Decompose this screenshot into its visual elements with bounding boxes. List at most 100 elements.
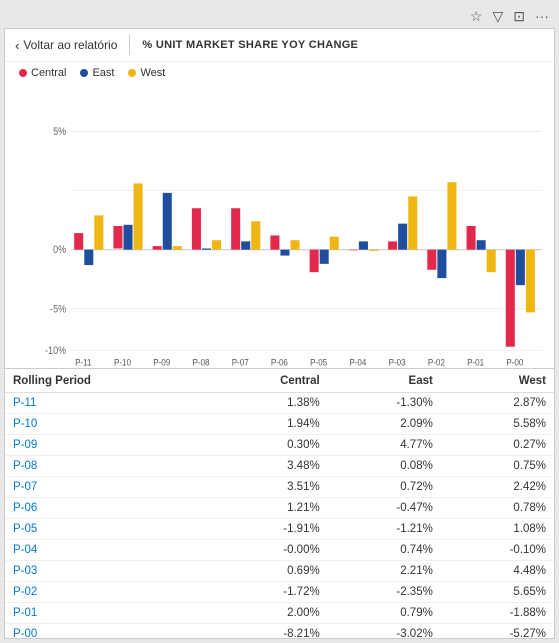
svg-text:P-07: P-07	[232, 357, 249, 368]
cell-period: P-07	[5, 477, 208, 498]
cell-central: 3.51%	[208, 477, 328, 498]
back-button[interactable]: ‹ Voltar ao relatório	[15, 38, 117, 53]
cell-west: 1.08%	[441, 519, 554, 540]
cell-west: 4.48%	[441, 561, 554, 582]
svg-text:P-08: P-08	[192, 357, 209, 368]
legend-west: West	[128, 67, 165, 79]
table-row: P-01 2.00% 0.79% -1.88%	[5, 603, 554, 624]
bar-chart: 5% 0% -5% -10% P-11 P-10	[41, 84, 544, 368]
main-card: ‹ Voltar ao relatório % UNIT MARKET SHAR…	[4, 28, 555, 639]
cell-period: P-02	[5, 582, 208, 603]
svg-text:P-01: P-01	[467, 357, 484, 368]
cell-east: -2.35%	[328, 582, 441, 603]
cell-east: 0.79%	[328, 603, 441, 624]
cell-period: P-04	[5, 540, 208, 561]
data-table: Rolling Period Central East West P-11 1.…	[5, 369, 554, 638]
cell-east: -3.02%	[328, 624, 441, 639]
cell-central: 1.21%	[208, 498, 328, 519]
west-dot	[128, 69, 136, 77]
cell-central: -8.21%	[208, 624, 328, 639]
cell-west: 5.65%	[441, 582, 554, 603]
cell-east: -1.21%	[328, 519, 441, 540]
table-row: P-00 -8.21% -3.02% -5.27%	[5, 624, 554, 639]
cell-west: -0.10%	[441, 540, 554, 561]
svg-text:-10%: -10%	[45, 345, 66, 357]
cell-period: P-09	[5, 435, 208, 456]
table-row: P-02 -1.72% -2.35% 5.65%	[5, 582, 554, 603]
svg-text:P-05: P-05	[310, 357, 327, 368]
cell-period: P-10	[5, 414, 208, 435]
table-row: P-11 1.38% -1.30% 2.87%	[5, 393, 554, 414]
cell-period: P-11	[5, 393, 208, 414]
cell-period: P-03	[5, 561, 208, 582]
cell-east: 2.21%	[328, 561, 441, 582]
chart-title: % UNIT MARKET SHARE YOY CHANGE	[142, 39, 358, 51]
central-dot	[19, 69, 27, 77]
svg-text:P-03: P-03	[389, 357, 406, 368]
cell-east: 4.77%	[328, 435, 441, 456]
svg-text:P-02: P-02	[428, 357, 445, 368]
table-row: P-10 1.94% 2.09% 5.58%	[5, 414, 554, 435]
cell-west: 0.27%	[441, 435, 554, 456]
legend-east-label: East	[92, 67, 114, 79]
svg-text:P-11: P-11	[75, 357, 91, 368]
back-arrow-icon: ‹	[15, 38, 19, 53]
cell-central: 3.48%	[208, 456, 328, 477]
cell-west: 0.75%	[441, 456, 554, 477]
cell-period: P-08	[5, 456, 208, 477]
cell-central: -1.72%	[208, 582, 328, 603]
chart-area: 5% 0% -5% -10% P-11 P-10	[5, 84, 554, 368]
col-west: West	[441, 369, 554, 393]
svg-text:5%: 5%	[53, 126, 66, 138]
table-row: P-04 -0.00% 0.74% -0.10%	[5, 540, 554, 561]
back-label: Voltar ao relatório	[23, 38, 117, 52]
cell-period: P-00	[5, 624, 208, 639]
cell-east: 0.74%	[328, 540, 441, 561]
svg-text:P-04: P-04	[349, 357, 366, 368]
chart-section: ‹ Voltar ao relatório % UNIT MARKET SHAR…	[5, 29, 554, 369]
chart-legend: Central East West	[5, 62, 554, 84]
focus-mode-icon[interactable]: ⊡	[513, 8, 525, 25]
cell-central: 0.30%	[208, 435, 328, 456]
cell-central: 2.00%	[208, 603, 328, 624]
svg-text:P-06: P-06	[271, 357, 288, 368]
svg-text:-5%: -5%	[50, 304, 66, 316]
cell-west: 2.87%	[441, 393, 554, 414]
table-header-row: Rolling Period Central East West	[5, 369, 554, 393]
table-row: P-09 0.30% 4.77% 0.27%	[5, 435, 554, 456]
legend-west-label: West	[140, 67, 165, 79]
cell-west: -1.88%	[441, 603, 554, 624]
cell-period: P-01	[5, 603, 208, 624]
col-period: Rolling Period	[5, 369, 208, 393]
east-dot	[80, 69, 88, 77]
cell-central: 1.38%	[208, 393, 328, 414]
legend-central: Central	[19, 67, 66, 79]
svg-text:P-09: P-09	[153, 357, 170, 368]
cell-east: 0.08%	[328, 456, 441, 477]
cell-east: -0.47%	[328, 498, 441, 519]
app-container: ☆ ▽ ⊡ ··· ‹ Voltar ao relatório % UNIT M…	[0, 0, 559, 643]
cell-central: 0.69%	[208, 561, 328, 582]
cell-west: 5.58%	[441, 414, 554, 435]
svg-text:P-00: P-00	[506, 357, 523, 368]
table-row: P-05 -1.91% -1.21% 1.08%	[5, 519, 554, 540]
more-options-icon[interactable]: ···	[535, 8, 549, 24]
cell-west: 2.42%	[441, 477, 554, 498]
cell-east: -1.30%	[328, 393, 441, 414]
top-toolbar: ☆ ▽ ⊡ ···	[4, 4, 555, 28]
cell-central: -1.91%	[208, 519, 328, 540]
svg-text:P-10: P-10	[114, 357, 131, 368]
filter-icon[interactable]: ▽	[492, 8, 503, 25]
legend-east: East	[80, 67, 114, 79]
cell-west: 0.78%	[441, 498, 554, 519]
svg-text:0%: 0%	[53, 245, 66, 257]
cell-period: P-05	[5, 519, 208, 540]
cell-east: 2.09%	[328, 414, 441, 435]
legend-central-label: Central	[31, 67, 66, 79]
cell-central: -0.00%	[208, 540, 328, 561]
table-row: P-03 0.69% 2.21% 4.48%	[5, 561, 554, 582]
pin-icon[interactable]: ☆	[470, 8, 483, 25]
table-row: P-08 3.48% 0.08% 0.75%	[5, 456, 554, 477]
cell-east: 0.72%	[328, 477, 441, 498]
col-central: Central	[208, 369, 328, 393]
